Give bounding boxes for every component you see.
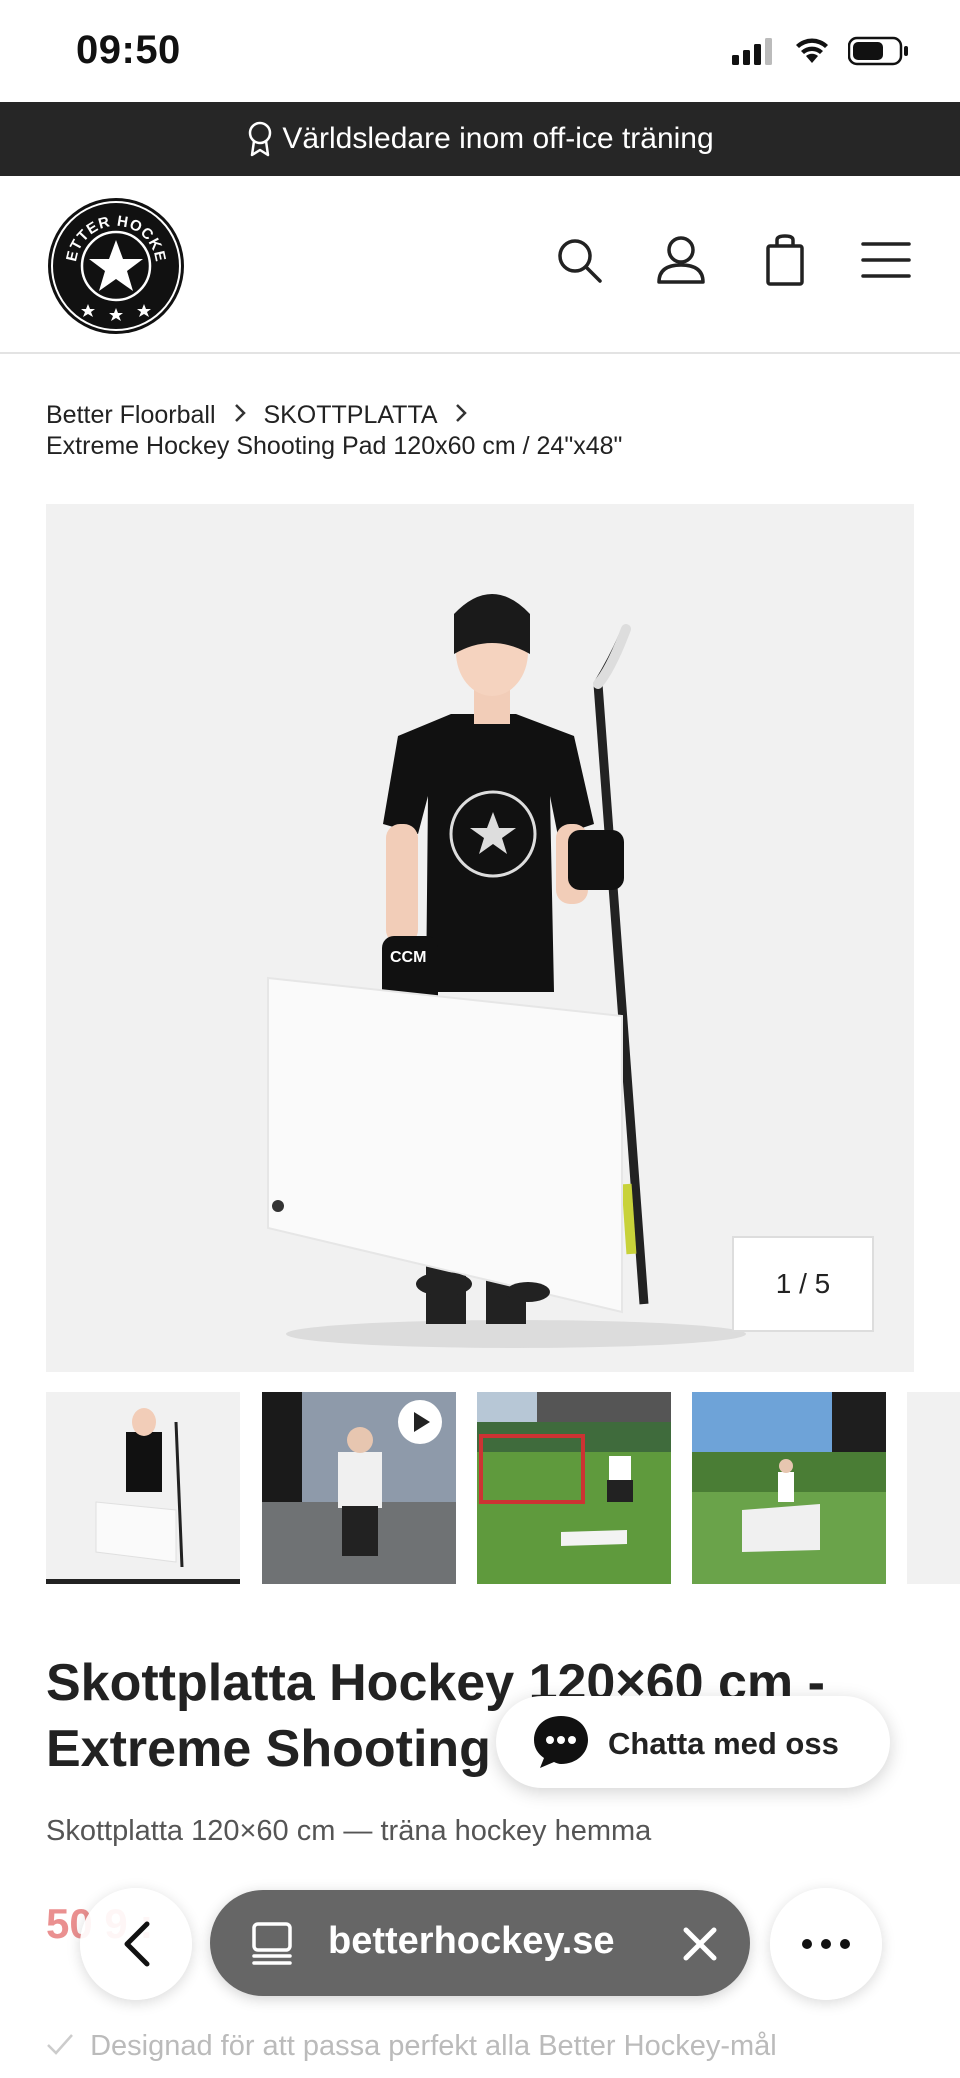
breadcrumb: Better Floorball SKOTTPLATTA Extreme Hoc…	[46, 400, 622, 462]
tabs-icon	[252, 1922, 292, 1965]
breadcrumb-current: Extreme Hockey Shooting Pad 120x60 cm / …	[46, 432, 623, 460]
more-dots-icon	[802, 1939, 850, 1949]
check-icon	[46, 2030, 82, 2063]
thumbnail-strip	[46, 1392, 960, 1588]
award-ribbon-icon	[249, 121, 272, 157]
browser-address-bar[interactable]: betterhockey.se	[210, 1890, 750, 1996]
browser-more-button[interactable]	[770, 1888, 882, 2000]
chevron-right-icon	[455, 400, 467, 431]
feature-text: Designad för att passa perfekt alla Bett…	[90, 2030, 777, 2062]
image-counter: 1 / 5	[732, 1236, 874, 1332]
product-subtitle: Skottplatta 120×60 cm — träna hockey hem…	[46, 1815, 652, 1847]
status-bar: 09:50	[0, 0, 960, 102]
site-header: BETTER HOCKEY	[0, 176, 960, 354]
main-product-image[interactable]: CCM 1 / 5	[46, 504, 914, 1372]
promo-bar: Världsledare inom off-ice träning	[0, 102, 960, 176]
chevron-left-icon	[124, 1921, 150, 1967]
thumbnail-3[interactable]	[477, 1392, 671, 1584]
thumbnail-active-indicator	[46, 1579, 240, 1584]
breadcrumb-link-skottplatta[interactable]: SKOTTPLATTA	[263, 401, 436, 429]
cart-icon[interactable]	[757, 232, 813, 288]
status-time: 09:50	[76, 28, 181, 72]
promo-text: Världsledare inom off-ice träning	[282, 122, 714, 155]
wifi-icon	[796, 38, 828, 63]
chevron-right-icon	[234, 400, 247, 431]
thumbnail-2-video[interactable]	[262, 1392, 456, 1584]
search-icon[interactable]	[551, 232, 607, 288]
chat-button[interactable]: Chatta med oss	[496, 1696, 890, 1788]
status-icons	[732, 36, 910, 66]
svg-text:CCM: CCM	[390, 949, 426, 966]
feature-item: Designad för att passa perfekt alla Bett…	[46, 2030, 777, 2063]
breadcrumb-link-floorball[interactable]: Better Floorball	[46, 401, 216, 429]
chat-label: Chatta med oss	[608, 1726, 839, 1761]
thumbnail-4[interactable]	[692, 1392, 886, 1584]
close-icon[interactable]	[682, 1926, 718, 1962]
thumbnail-5-partial[interactable]	[907, 1392, 960, 1584]
cellular-signal-icon	[732, 38, 772, 65]
thumbnail-1[interactable]	[46, 1392, 240, 1584]
url-text: betterhockey.se	[328, 1920, 615, 1962]
battery-icon	[848, 36, 908, 66]
menu-icon[interactable]	[858, 232, 914, 288]
brand-logo[interactable]: BETTER HOCKEY	[40, 183, 186, 336]
chat-bubble-icon	[534, 1716, 588, 1768]
browser-back-button[interactable]	[80, 1888, 192, 2000]
account-icon[interactable]	[653, 232, 709, 288]
